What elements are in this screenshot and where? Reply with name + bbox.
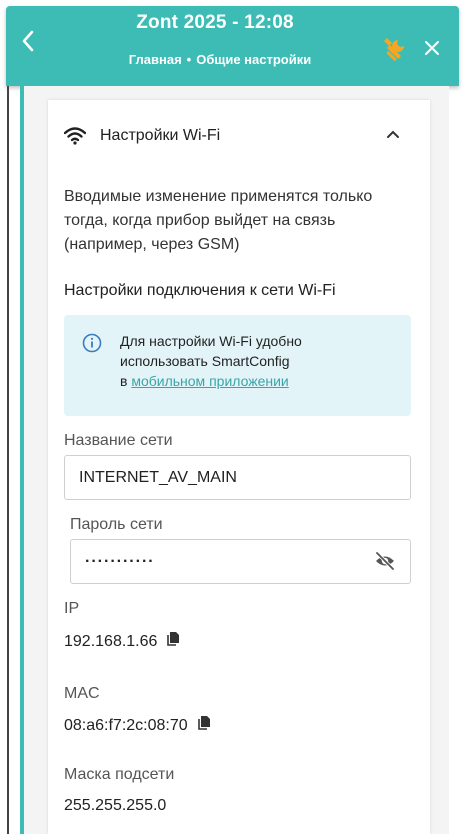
breadcrumb-home[interactable]: Главная [129,52,182,67]
network-name-value: INTERNET_AV_MAIN [79,468,237,486]
info-icon [82,333,102,353]
chevron-left-icon [22,30,34,52]
chevron-up-icon [387,130,399,138]
notice-text: Вводимые изменение применятся только тог… [64,188,373,253]
copy-ip-button[interactable] [167,632,180,651]
password-field[interactable]: ··········· [70,539,411,584]
ip-label: IP [64,600,80,617]
info-box: Для настройки Wi-Fi удобно использовать … [64,315,411,416]
wifi-section-header[interactable]: Настройки Wi-Fi [64,123,414,149]
mac-value: 08:a6:f7:2c:08:70 [64,716,188,734]
mac-label: MAC [64,685,100,702]
close-icon [425,41,439,55]
ip-row: 192.168.1.66 [64,632,180,651]
copy-icon [197,716,210,730]
toggle-visibility-button[interactable] [374,551,396,576]
copy-icon [167,632,180,646]
copy-mac-button[interactable] [197,716,211,735]
breadcrumb-current: Общие настройки [196,52,312,67]
wrench-icon [384,38,404,61]
breadcrumb: Главная • Общие настройки [70,52,370,67]
network-name-label: Название сети [64,432,173,449]
subnet-row: 255.255.255.0 [64,797,166,815]
section-title: Настройки Wi-Fi [100,127,221,144]
subnet-label: Маска подсети [64,766,175,783]
password-label: Пароль сети [70,516,163,533]
password-value: ··········· [85,552,155,570]
header-title: Zont 2025 - 12:08 [136,12,294,33]
mobile-app-link[interactable]: мобильном приложении [131,373,288,389]
back-button[interactable] [14,26,42,56]
info-prefix: в [120,373,128,389]
close-button[interactable] [420,36,444,60]
info-line-1: Для настройки Wi-Fi удобно [120,333,302,349]
network-name-field[interactable]: INTERNET_AV_MAIN [64,455,411,500]
left-border [7,86,9,834]
connection-subtitle: Настройки подключения к сети Wi-Fi [64,282,336,299]
mac-row: 08:a6:f7:2c:08:70 [64,716,211,735]
ip-value: 192.168.1.66 [64,632,158,650]
breadcrumb-separator: • [186,52,192,67]
eye-off-icon [375,551,395,571]
subnet-value: 255.255.255.0 [64,797,167,814]
settings-button[interactable] [378,36,408,66]
info-line-2: использовать SmartConfig [120,353,290,369]
wifi-icon [64,127,86,145]
info-text: Для настройки Wi-Fi удобно использовать … [120,331,350,391]
